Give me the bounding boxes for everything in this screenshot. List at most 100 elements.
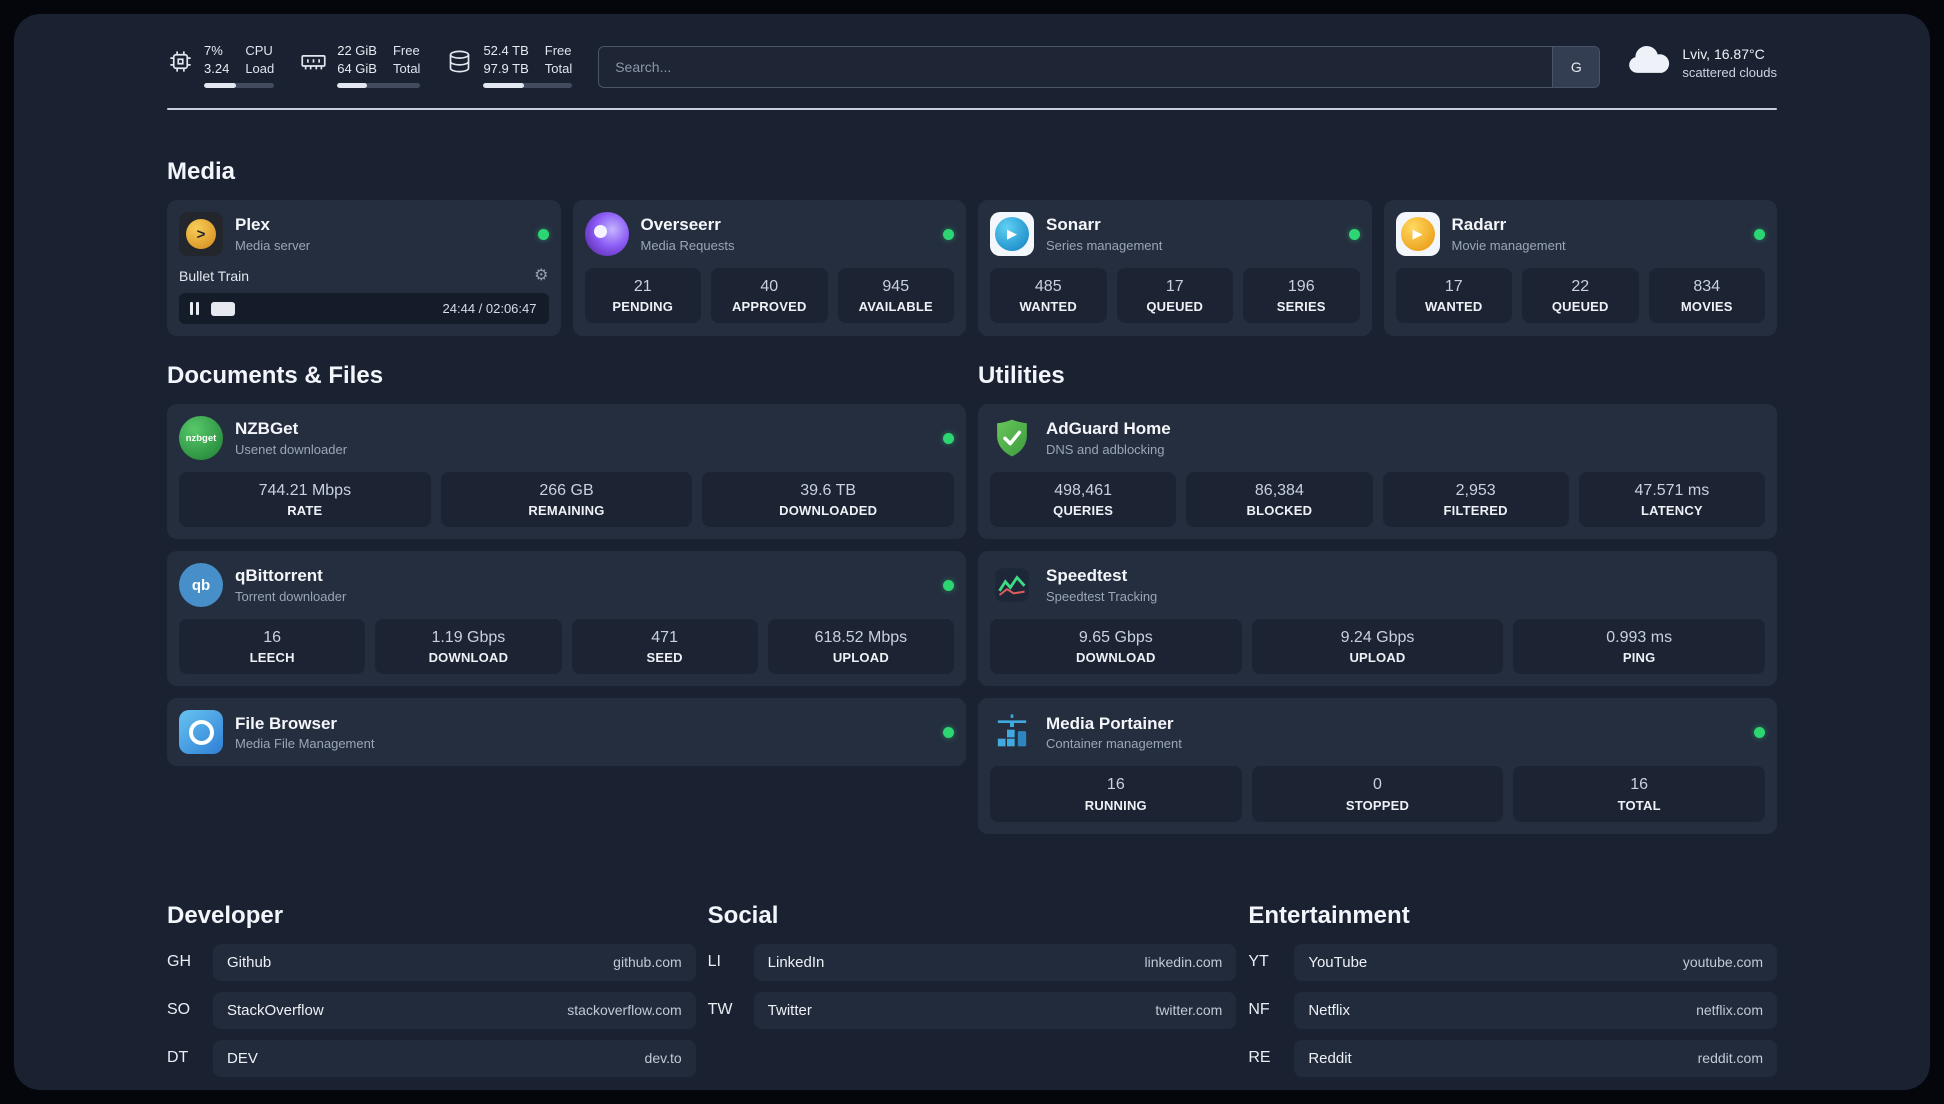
- app-card-adguard[interactable]: AdGuard Home DNS and adblocking 498,461 …: [978, 404, 1777, 540]
- app-name: qBittorrent: [235, 566, 323, 586]
- section-title-utilities: Utilities: [978, 362, 1065, 389]
- stat-remaining: 266 GB REMAINING: [440, 472, 693, 528]
- playback-time: 24:44 / 02:06:47: [442, 301, 537, 316]
- app-name: Overseerr: [640, 215, 721, 235]
- stat-queries: 498,461 QUERIES: [990, 472, 1177, 528]
- app-card-nzbget[interactable]: nzbget NZBGet Usenet downloader 744.21 M…: [167, 404, 966, 540]
- disk-usage-bar: [483, 82, 573, 88]
- bookmark-abbr: NF: [1248, 1001, 1270, 1019]
- bookmark-link[interactable]: Reddit reddit.com: [1294, 1039, 1777, 1077]
- radarr-icon: ▶: [1395, 212, 1440, 256]
- status-dot: [537, 228, 549, 240]
- search-engine-button[interactable]: G: [1552, 47, 1600, 87]
- section-title-media: Media: [167, 158, 236, 185]
- stat-blocked: 86,384 BLOCKED: [1186, 472, 1373, 528]
- bookmark-abbr: DT: [167, 1049, 189, 1067]
- bookmark-link[interactable]: YouTube youtube.com: [1294, 943, 1777, 981]
- stat-approved: 40 APPROVED: [711, 268, 828, 324]
- bookmark-reddit: RE Reddit reddit.com: [1248, 1039, 1777, 1077]
- nzbget-icon: nzbget: [179, 416, 223, 460]
- bookmark-abbr: TW: [707, 1001, 733, 1019]
- overseerr-icon: [584, 212, 629, 256]
- search-input[interactable]: [599, 47, 1553, 87]
- bookmark-link[interactable]: Twitter twitter.com: [753, 991, 1237, 1029]
- adguard-shield-icon: [990, 416, 1034, 460]
- bookmark-link[interactable]: StackOverflow stackoverflow.com: [213, 991, 696, 1029]
- app-subtitle: Usenet downloader: [235, 441, 348, 457]
- ram-total-value: 64 GiB: [337, 60, 377, 76]
- stat-total: 16 TOTAL: [1513, 766, 1765, 822]
- status-dot: [1348, 228, 1360, 240]
- memory-icon: [300, 48, 327, 75]
- documents-column: Documents & Files nzbget NZBGet Usenet d…: [167, 336, 966, 778]
- header-divider: [167, 108, 1777, 110]
- app-subtitle: DNS and adblocking: [1046, 441, 1165, 457]
- app-card-plex[interactable]: > Plex Media server Bullet Train ⚙ 24:44…: [167, 200, 561, 336]
- bookmark-link[interactable]: Netflix netflix.com: [1294, 991, 1777, 1029]
- qbittorrent-icon: qb: [179, 563, 223, 608]
- stat-available: 945 AVAILABLE: [837, 268, 954, 324]
- stat-queued: 17 QUEUED: [1116, 268, 1233, 324]
- stat-running: 16 RUNNING: [990, 766, 1242, 822]
- section-title-entertainment: Entertainment: [1248, 901, 1410, 929]
- app-card-speedtest[interactable]: Speedtest Speedtest Tracking 9.65 Gbps D…: [978, 551, 1777, 687]
- media-section: > Plex Media server Bullet Train ⚙ 24:44…: [167, 200, 1777, 336]
- seek-bar[interactable]: [211, 301, 433, 316]
- ram-free-value: 22 GiB: [337, 43, 377, 58]
- now-playing-title: Bullet Train: [179, 268, 250, 284]
- top-bar: 7% 3.24 CPU Load 22 GiB 64 GiB Free Tota…: [167, 43, 1777, 88]
- status-dot: [943, 432, 954, 444]
- cpu-load-value: 3.24: [204, 60, 230, 76]
- app-card-radarr[interactable]: ▶ Radarr Movie management 17 WANTED 22 Q…: [1383, 200, 1777, 336]
- stat-ping: 0.993 ms PING: [1513, 619, 1765, 675]
- cloud-icon: [1626, 44, 1670, 81]
- weather-widget: Lviv, 16.87°C scattered clouds: [1626, 44, 1777, 81]
- storage-icon: [446, 48, 473, 75]
- bookmark-link[interactable]: Github github.com: [213, 943, 696, 981]
- app-card-filebrowser[interactable]: File Browser Media File Management: [167, 698, 966, 767]
- stat-downloaded: 39.6 TB DOWNLOADED: [702, 472, 954, 528]
- app-name: Radarr: [1451, 215, 1507, 235]
- stat-series: 196 SERIES: [1243, 268, 1360, 324]
- bookmark-netflix: NF Netflix netflix.com: [1248, 991, 1777, 1029]
- bookmark-abbr: RE: [1248, 1049, 1271, 1067]
- weather-condition: scattered clouds: [1682, 64, 1777, 80]
- app-subtitle: Media server: [235, 237, 311, 253]
- cpu-usage-bar: [204, 82, 275, 88]
- bookmark-twitter: TW Twitter twitter.com: [707, 991, 1237, 1029]
- app-subtitle: Series management: [1046, 237, 1163, 253]
- status-dot: [943, 228, 954, 240]
- stat-upload: 618.52 Mbps UPLOAD: [767, 619, 954, 675]
- cpu-load-label: Load: [245, 60, 275, 76]
- app-card-qbittorrent[interactable]: qb qBittorrent Torrent downloader 16 LEE…: [167, 551, 966, 687]
- dashboard-panel: 7% 3.24 CPU Load 22 GiB 64 GiB Free Tota…: [14, 14, 1930, 1090]
- stat-latency: 47.571 ms LATENCY: [1578, 472, 1765, 528]
- app-subtitle: Torrent downloader: [235, 588, 347, 604]
- app-subtitle: Media Requests: [640, 237, 735, 253]
- gear-icon[interactable]: ⚙: [534, 268, 548, 284]
- app-subtitle: Speedtest Tracking: [1046, 588, 1158, 604]
- search-bar: G: [598, 46, 1601, 88]
- stat-leech: 16 LEECH: [179, 619, 366, 675]
- stat-pending: 21 PENDING: [584, 268, 701, 324]
- ram-total-label: Total: [392, 60, 421, 76]
- speedtest-chart-icon: [990, 563, 1034, 607]
- ram-free-label: Free: [392, 43, 420, 58]
- app-name: Plex: [235, 215, 270, 235]
- app-card-portainer[interactable]: Media Portainer Container management 16 …: [978, 698, 1777, 834]
- stat-seed: 471 SEED: [571, 619, 758, 675]
- pause-button[interactable]: [188, 300, 201, 317]
- app-card-sonarr[interactable]: ▶ Sonarr Series management 485 WANTED 17…: [978, 200, 1372, 336]
- weather-location: Lviv, 16.87°C: [1682, 45, 1765, 62]
- desktop-background: 7% 3.24 CPU Load 22 GiB 64 GiB Free Tota…: [0, 0, 1944, 1104]
- disk-total-label: Total: [544, 60, 573, 76]
- bookmark-link[interactable]: DEV dev.to: [213, 1039, 696, 1077]
- ram-metric: 22 GiB 64 GiB Free Total: [300, 43, 421, 88]
- stat-upload: 9.24 Gbps UPLOAD: [1251, 619, 1504, 675]
- app-subtitle: Container management: [1046, 736, 1182, 752]
- bookmark-link[interactable]: LinkedIn linkedin.com: [753, 943, 1237, 981]
- app-card-overseerr[interactable]: Overseerr Media Requests 21 PENDING 40 A…: [572, 200, 966, 336]
- status-dot: [1754, 726, 1765, 738]
- stat-stopped: 0 STOPPED: [1251, 766, 1504, 822]
- section-title-social: Social: [707, 901, 779, 929]
